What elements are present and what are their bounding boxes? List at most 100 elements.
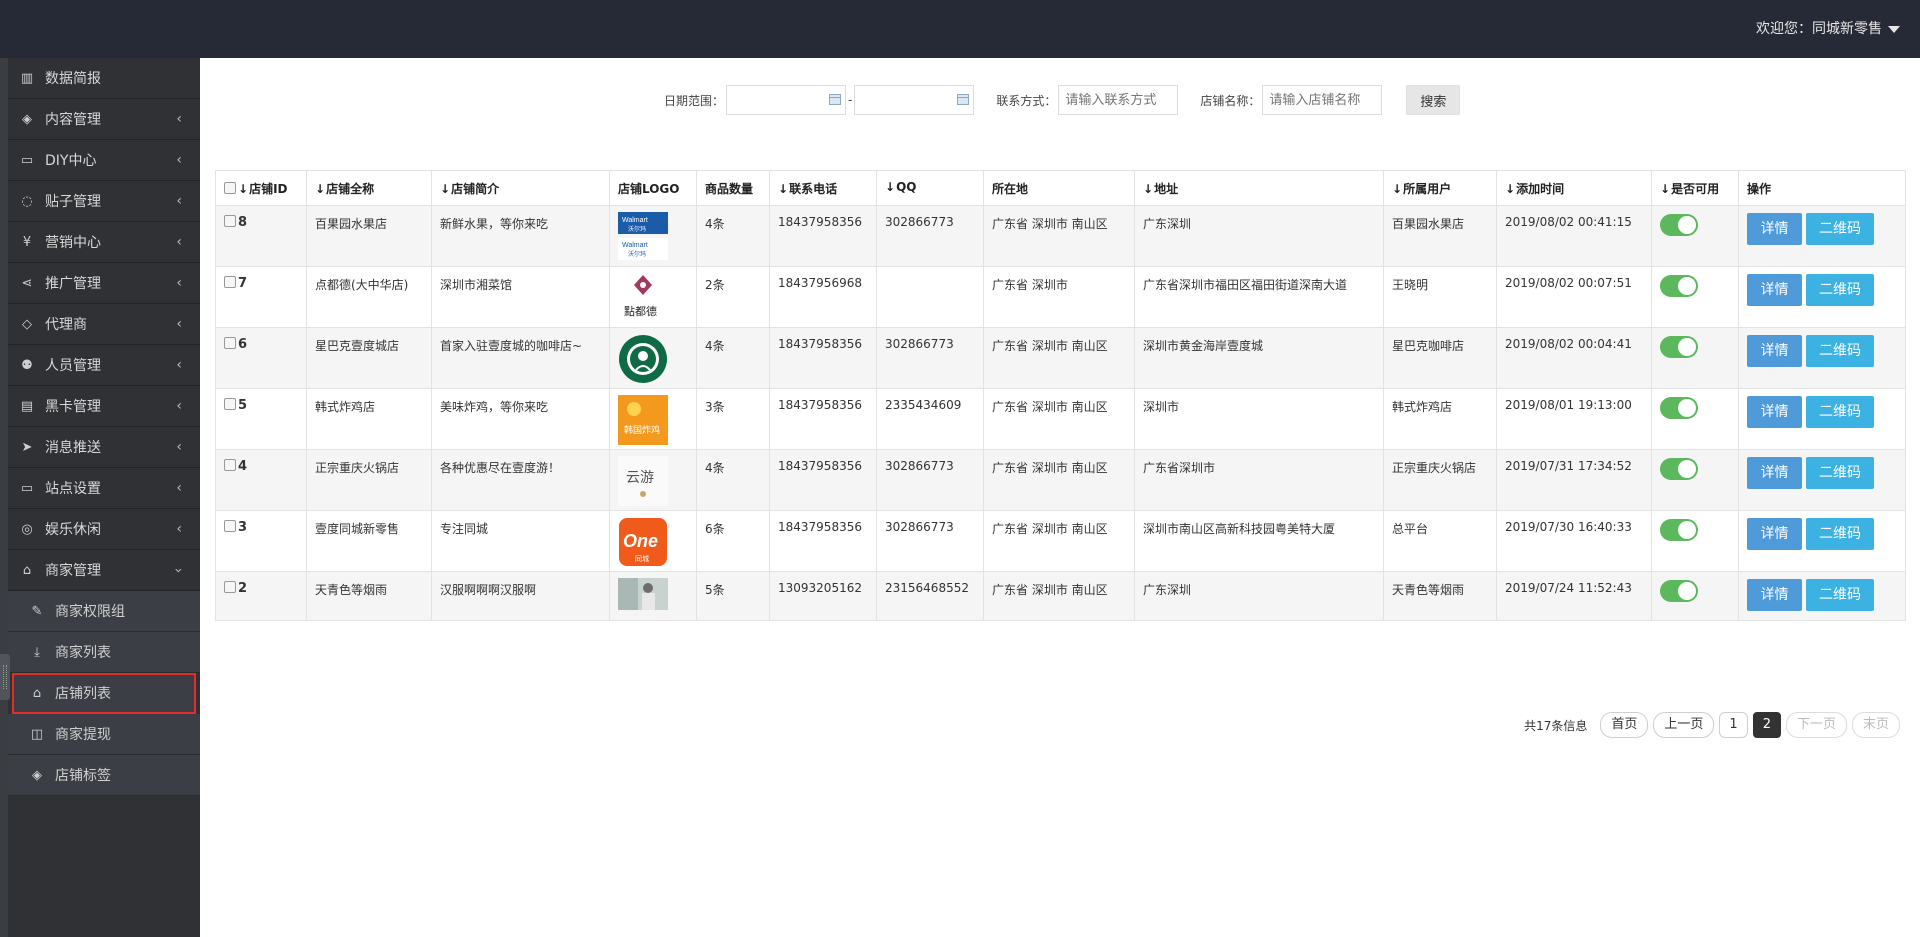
- qrcode-button[interactable]: 二维码: [1806, 274, 1874, 306]
- cell-address: 深圳市: [1134, 388, 1384, 450]
- enabled-toggle[interactable]: [1660, 519, 1698, 541]
- cell-user: 星巴克咖啡店: [1383, 327, 1497, 389]
- sidebar-subitem[interactable]: ⤓ 商家列表: [0, 632, 200, 673]
- sidebar-subitem[interactable]: ◈ 店铺标签: [0, 755, 200, 796]
- calendar-icon[interactable]: [829, 94, 842, 105]
- prev-page-button[interactable]: 上一页: [1653, 712, 1715, 738]
- shop-name-label: 店铺名称：: [1200, 93, 1261, 108]
- column-header-label: 所在地: [992, 182, 1029, 196]
- sidebar-subitem[interactable]: ⌂ 店铺列表: [12, 673, 196, 714]
- column-header[interactable]: ↓是否可用: [1651, 170, 1739, 206]
- column-header[interactable]: ↓QQ: [876, 170, 984, 206]
- sidebar-item[interactable]: ➤ 消息推送 ‹: [0, 427, 200, 468]
- calendar-icon[interactable]: [957, 94, 970, 105]
- qrcode-button[interactable]: 二维码: [1806, 213, 1874, 245]
- last-page-button[interactable]: 末页: [1851, 712, 1900, 738]
- sidebar-item[interactable]: ◈ 内容管理 ‹: [0, 99, 200, 140]
- column-header[interactable]: ↓所属用户: [1383, 170, 1497, 206]
- cell-region: 广东省 深圳市 南山区: [983, 449, 1135, 511]
- page-2-button[interactable]: 2: [1752, 712, 1781, 738]
- column-header-label: 添加时间: [1516, 182, 1565, 196]
- shop-id: 4: [238, 459, 248, 474]
- detail-button[interactable]: 详情: [1747, 579, 1802, 611]
- user-menu[interactable]: 欢迎您：同城新零售: [1756, 0, 1900, 58]
- column-header[interactable]: ↓联系电话: [769, 170, 877, 206]
- table-row: 2 天青色等烟雨 汉服啊啊啊汉服啊 5条 13093205162 23156468552 广…: [215, 571, 1906, 621]
- first-page-button[interactable]: 首页: [1600, 712, 1649, 738]
- search-button[interactable]: 搜索: [1406, 85, 1461, 115]
- column-header[interactable]: ↓店铺简介: [431, 170, 610, 206]
- column-header-label: 地址: [1154, 182, 1179, 196]
- sidebar-item[interactable]: ◌ 贴子管理 ‹: [0, 181, 200, 222]
- cell-time: 2019/08/01 19:13:00: [1496, 388, 1652, 450]
- cell-count: 4条: [696, 205, 770, 267]
- qrcode-button[interactable]: 二维码: [1806, 457, 1874, 489]
- qrcode-button[interactable]: 二维码: [1806, 396, 1874, 428]
- sidebar-item[interactable]: ◇ 代理商 ‹: [0, 304, 200, 345]
- cell-count: 4条: [696, 449, 770, 511]
- next-page-button[interactable]: 下一页: [1785, 712, 1847, 738]
- cell-name: 正宗重庆火锅店: [306, 449, 432, 511]
- date-range-label: 日期范围：: [664, 93, 725, 108]
- sidebar-item[interactable]: ▤ 黑卡管理 ‹: [0, 386, 200, 427]
- row-checkbox[interactable]: [224, 520, 236, 532]
- cell-id: 2: [215, 571, 307, 621]
- cell-address: 广东深圳: [1134, 205, 1384, 267]
- row-checkbox[interactable]: [224, 398, 236, 410]
- enabled-toggle[interactable]: [1660, 214, 1698, 236]
- sidebar-item[interactable]: ◎ 娱乐休闲 ‹: [0, 509, 200, 550]
- svg-text:Walmart: Walmart: [622, 217, 648, 224]
- sidebar-item[interactable]: ▥ 数据简报: [0, 58, 200, 99]
- detail-button[interactable]: 详情: [1747, 335, 1802, 367]
- qrcode-button[interactable]: 二维码: [1806, 518, 1874, 550]
- sidebar-subitem[interactable]: ◫ 商家提现: [0, 714, 200, 755]
- enabled-toggle[interactable]: [1660, 275, 1698, 297]
- edit-icon: ✎: [31, 603, 43, 619]
- enabled-toggle[interactable]: [1660, 397, 1698, 419]
- start-date-input[interactable]: [726, 85, 847, 115]
- enabled-toggle[interactable]: [1660, 458, 1698, 480]
- sidebar-subitem[interactable]: ✎ 商家权限组: [0, 591, 200, 632]
- sidebar-item[interactable]: ⚉ 人员管理 ‹: [0, 345, 200, 386]
- sidebar-item[interactable]: ⌂ 商家管理 ‹: [0, 550, 200, 591]
- chevron-left-icon: ‹: [176, 521, 182, 537]
- cell-user: 韩式炸鸡店: [1383, 388, 1497, 450]
- detail-button[interactable]: 详情: [1747, 274, 1802, 306]
- desktop-icon: ▭: [20, 480, 34, 496]
- column-header-label: QQ: [896, 180, 917, 194]
- sidebar-item[interactable]: ¥ 营销中心 ‹: [0, 222, 200, 263]
- contact-input[interactable]: [1058, 85, 1179, 115]
- cell-qq: 2335434609: [876, 388, 984, 450]
- qrcode-button[interactable]: 二维码: [1806, 579, 1874, 611]
- column-header[interactable]: ↓店铺全称: [306, 170, 432, 206]
- row-checkbox[interactable]: [224, 337, 236, 349]
- bar-chart-icon: ▥: [20, 70, 34, 86]
- row-checkbox[interactable]: [224, 459, 236, 471]
- qrcode-button[interactable]: 二维码: [1806, 335, 1874, 367]
- users-icon: ⚉: [21, 357, 33, 373]
- end-date-input[interactable]: [854, 85, 975, 115]
- sidebar-item[interactable]: ▭ 站点设置 ‹: [0, 468, 200, 509]
- page-1-button[interactable]: 1: [1719, 712, 1748, 738]
- detail-button[interactable]: 详情: [1747, 457, 1802, 489]
- enabled-toggle[interactable]: [1660, 580, 1698, 602]
- cell-time: 2019/07/24 11:52:43: [1496, 571, 1652, 621]
- row-checkbox[interactable]: [224, 581, 236, 593]
- select-all-checkbox[interactable]: [224, 182, 236, 194]
- column-header[interactable]: ↓地址: [1134, 170, 1384, 206]
- sidebar-item[interactable]: ⋖ 推广管理 ‹: [0, 263, 200, 304]
- enabled-toggle[interactable]: [1660, 336, 1698, 358]
- row-checkbox[interactable]: [224, 215, 236, 227]
- sidebar-collapse-handle[interactable]: [0, 654, 10, 700]
- detail-button[interactable]: 详情: [1747, 518, 1802, 550]
- cell-qq: [876, 266, 984, 328]
- detail-button[interactable]: 详情: [1747, 396, 1802, 428]
- cell-count: 4条: [696, 327, 770, 389]
- cell-address: 广东省深圳市: [1134, 449, 1384, 511]
- column-header[interactable]: ↓店铺ID: [215, 170, 307, 206]
- shop-name-input[interactable]: [1262, 85, 1383, 115]
- sidebar-item[interactable]: ▭ DIY中心 ‹: [0, 140, 200, 181]
- row-checkbox[interactable]: [224, 276, 236, 288]
- detail-button[interactable]: 详情: [1747, 213, 1802, 245]
- column-header[interactable]: ↓添加时间: [1496, 170, 1652, 206]
